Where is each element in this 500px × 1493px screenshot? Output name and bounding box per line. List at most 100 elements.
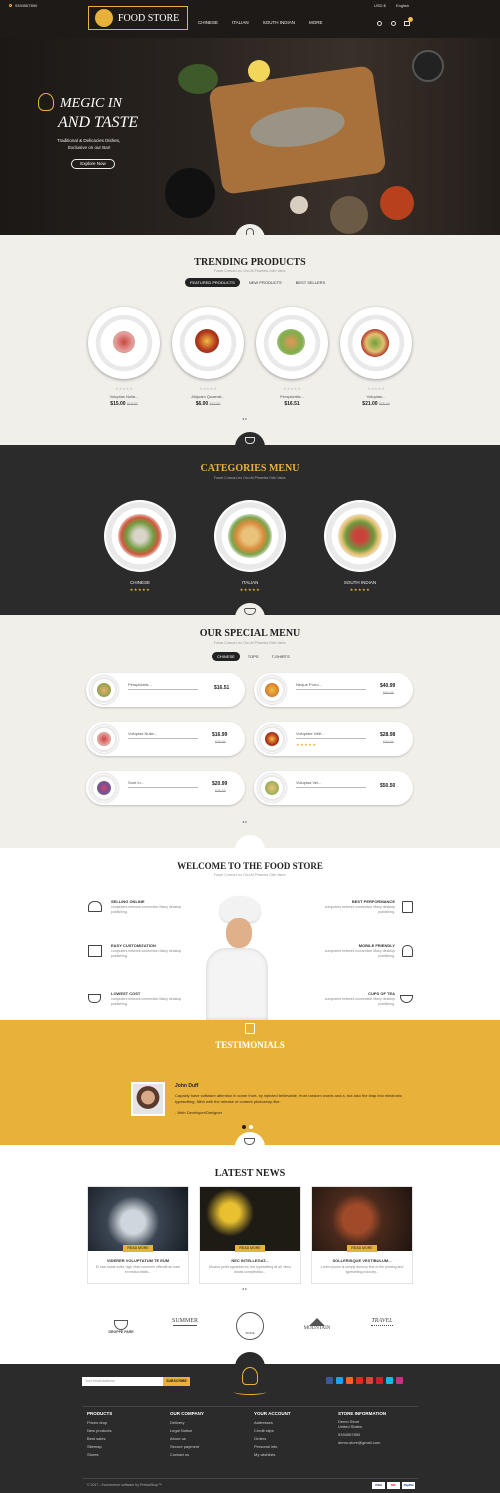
product-card[interactable]: ★★★★★ Aliquam Quaerat... $6.00 $15.00 <box>171 307 245 412</box>
footer-link[interactable]: Stores <box>87 1451 157 1459</box>
subscribe-button[interactable]: SUBSCRIBE <box>163 1377 190 1386</box>
news-heading[interactable]: NEC INTELLEGAT... <box>200 1258 300 1263</box>
news-card[interactable]: READ MORE VIDERER VOLUPTATUM TE EUM Ei h… <box>87 1186 189 1284</box>
menu-item[interactable]: Neque Porro... $40.99 $56.99 <box>254 673 413 707</box>
carousel-arrows[interactable]: ◂ ▸ <box>242 819 247 824</box>
footer-link[interactable]: Orders <box>254 1435 324 1443</box>
category-card[interactable]: SOUTH INDIAN ★★★★★ <box>324 500 396 600</box>
news-heading[interactable]: SOLLERISQUE VESTIBULUM... <box>312 1258 412 1263</box>
brand-mark <box>371 1325 393 1329</box>
read-more-button[interactable]: READ MORE <box>235 1245 265 1252</box>
bowl-icon <box>400 995 413 1003</box>
divider <box>128 738 198 739</box>
menu-item[interactable]: Voluptas Nulla... $16.99 $20.99 <box>86 722 245 756</box>
category-label[interactable]: ITALIAN <box>214 580 286 585</box>
footer-link[interactable]: Legal Notice <box>170 1427 240 1435</box>
vimeo-icon[interactable] <box>386 1377 393 1384</box>
menu-item[interactable]: Perspiciatis... $16.51 <box>86 673 245 707</box>
category-label[interactable]: SOUTH INDIAN <box>324 580 396 585</box>
email-input[interactable]: Your email address <box>82 1377 163 1386</box>
footer-link[interactable]: Contact us <box>170 1451 240 1459</box>
tab-new-products[interactable]: NEW PRODUCTS <box>244 278 287 287</box>
menu-item-name[interactable]: Voluptas Nulla... <box>128 731 157 736</box>
nav-italian[interactable]: ITALIAN <box>232 20 249 25</box>
menu-item[interactable]: Voluptate Velit... ★★★★★ $28.98 $34.99 <box>254 722 413 756</box>
product-name[interactable]: Voluptas Nulla... <box>87 394 161 399</box>
menu-item[interactable]: Voluptas Vel... $50.50 <box>254 771 413 805</box>
nav-chinese[interactable]: CHINESE <box>198 20 218 25</box>
news-image[interactable] <box>312 1187 412 1251</box>
menu-item-name[interactable]: Voluptas Vel... <box>296 780 321 785</box>
cupcake-icon <box>402 945 413 957</box>
product-card[interactable]: ★★★★★ Perspiciatis... $16.51 <box>255 307 329 412</box>
footer-link[interactable]: Personal info <box>254 1443 324 1451</box>
explore-button[interactable]: Explore Now <box>71 159 115 169</box>
news-heading[interactable]: VIDERER VOLUPTATUM TE EUM <box>88 1258 188 1263</box>
carousel-arrows[interactable]: ◂ ▸ <box>242 1286 247 1291</box>
product-card[interactable]: ★★★★★ Voluptas Nulla... $15.00 $18.00 <box>87 307 161 412</box>
footer-link[interactable]: Delivery <box>170 1419 240 1427</box>
menu-item-name[interactable]: Neque Porro... <box>296 682 322 687</box>
tab-t-shirts[interactable]: T-SHIRTS <box>267 652 295 661</box>
read-more-button[interactable]: READ MORE <box>123 1245 153 1252</box>
search-icon[interactable] <box>377 21 382 26</box>
read-more-button[interactable]: READ MORE <box>347 1245 377 1252</box>
product-name[interactable]: Voluptas... <box>339 394 413 399</box>
footer-link[interactable]: Best sales <box>87 1435 157 1443</box>
youtube-icon[interactable] <box>356 1377 363 1384</box>
logo[interactable]: FOOD STORE <box>88 6 188 30</box>
menu-item[interactable]: Sunt In... $20.99 $25.99 <box>86 771 245 805</box>
facebook-icon[interactable] <box>326 1377 333 1384</box>
store-email[interactable]: demo.store@gmail.com <box>338 1439 418 1447</box>
rss-icon[interactable] <box>346 1377 353 1384</box>
category-card[interactable]: CHINESE ★★★★★ <box>104 500 176 600</box>
pager-dot-active[interactable] <box>242 1125 246 1129</box>
pinterest-icon[interactable] <box>376 1377 383 1384</box>
brand-logo[interactable]: TRAVEL <box>364 1318 400 1330</box>
menu-item-name[interactable]: Sunt In... <box>128 780 144 785</box>
menu-item-price: $40.99 <box>380 683 396 689</box>
brand-logo[interactable]: MOUNTAIN <box>298 1318 336 1331</box>
twitter-icon[interactable] <box>336 1377 343 1384</box>
nav-south-indian[interactable]: SOUTH INDIAN <box>263 20 295 25</box>
pager-dot[interactable] <box>249 1125 253 1129</box>
currency-select[interactable]: USD $ <box>374 3 386 8</box>
footer-link[interactable]: Prices drop <box>87 1419 157 1427</box>
menu-item-name[interactable]: Perspiciatis... <box>128 682 152 687</box>
product-name[interactable]: Perspiciatis... <box>255 394 329 399</box>
tab-tops[interactable]: TOPS <box>243 652 264 661</box>
language-select[interactable]: English <box>396 3 409 8</box>
news-card[interactable]: READ MORE SOLLERISQUE VESTIBULUM... Lore… <box>311 1186 413 1284</box>
footer-link[interactable]: Sitemap <box>87 1443 157 1451</box>
tab-best-sellers[interactable]: BEST SELLERS <box>291 278 331 287</box>
brand-logo[interactable]: DROPPE FARE <box>104 1320 138 1334</box>
footer-link[interactable]: New products <box>87 1427 157 1435</box>
footer-logo[interactable] <box>230 1367 270 1401</box>
footer-link[interactable]: Addresses <box>254 1419 324 1427</box>
footer-link[interactable]: About us <box>170 1435 240 1443</box>
user-icon[interactable] <box>391 21 396 26</box>
menu-item-name[interactable]: Voluptate Velit... <box>296 731 325 736</box>
product-name[interactable]: Aliquam Quaerat... <box>171 394 245 399</box>
news-image[interactable] <box>88 1187 188 1251</box>
product-price: $6.00 <box>195 401 209 407</box>
carousel-arrows[interactable]: ◂ ▸ <box>242 416 247 421</box>
category-label[interactable]: CHINESE <box>104 580 176 585</box>
news-card[interactable]: READ MORE NEC INTELLEGAT... Mucius perti… <box>199 1186 301 1284</box>
google-plus-icon[interactable] <box>366 1377 373 1384</box>
product-card[interactable]: ★★★★★ Voluptas... $21.00 $35.00 <box>339 307 413 412</box>
tab-featured-products[interactable]: FEATURED PRODUCTS <box>185 278 240 287</box>
hero-banner: MEGIC IN AND TASTE Traditional & Delicac… <box>0 38 500 235</box>
brand-logo[interactable]: SINCE <box>236 1312 264 1340</box>
news-image[interactable] <box>200 1187 300 1251</box>
testimonial-pager[interactable] <box>242 1125 253 1129</box>
footer-link[interactable]: Secure payment <box>170 1443 240 1451</box>
instagram-icon[interactable] <box>396 1377 403 1384</box>
nav-more[interactable]: MORE <box>309 20 323 25</box>
footer-link[interactable]: Credit slips <box>254 1427 324 1435</box>
brand-logo[interactable]: SUMMER <box>166 1318 204 1332</box>
feature-text: cumputers network connection Many deskto… <box>111 905 182 914</box>
tab-chinese[interactable]: CHINESE <box>212 652 240 661</box>
footer-link[interactable]: My wishlists <box>254 1451 324 1459</box>
category-card[interactable]: ITALIAN ★★★★★ <box>214 500 286 600</box>
